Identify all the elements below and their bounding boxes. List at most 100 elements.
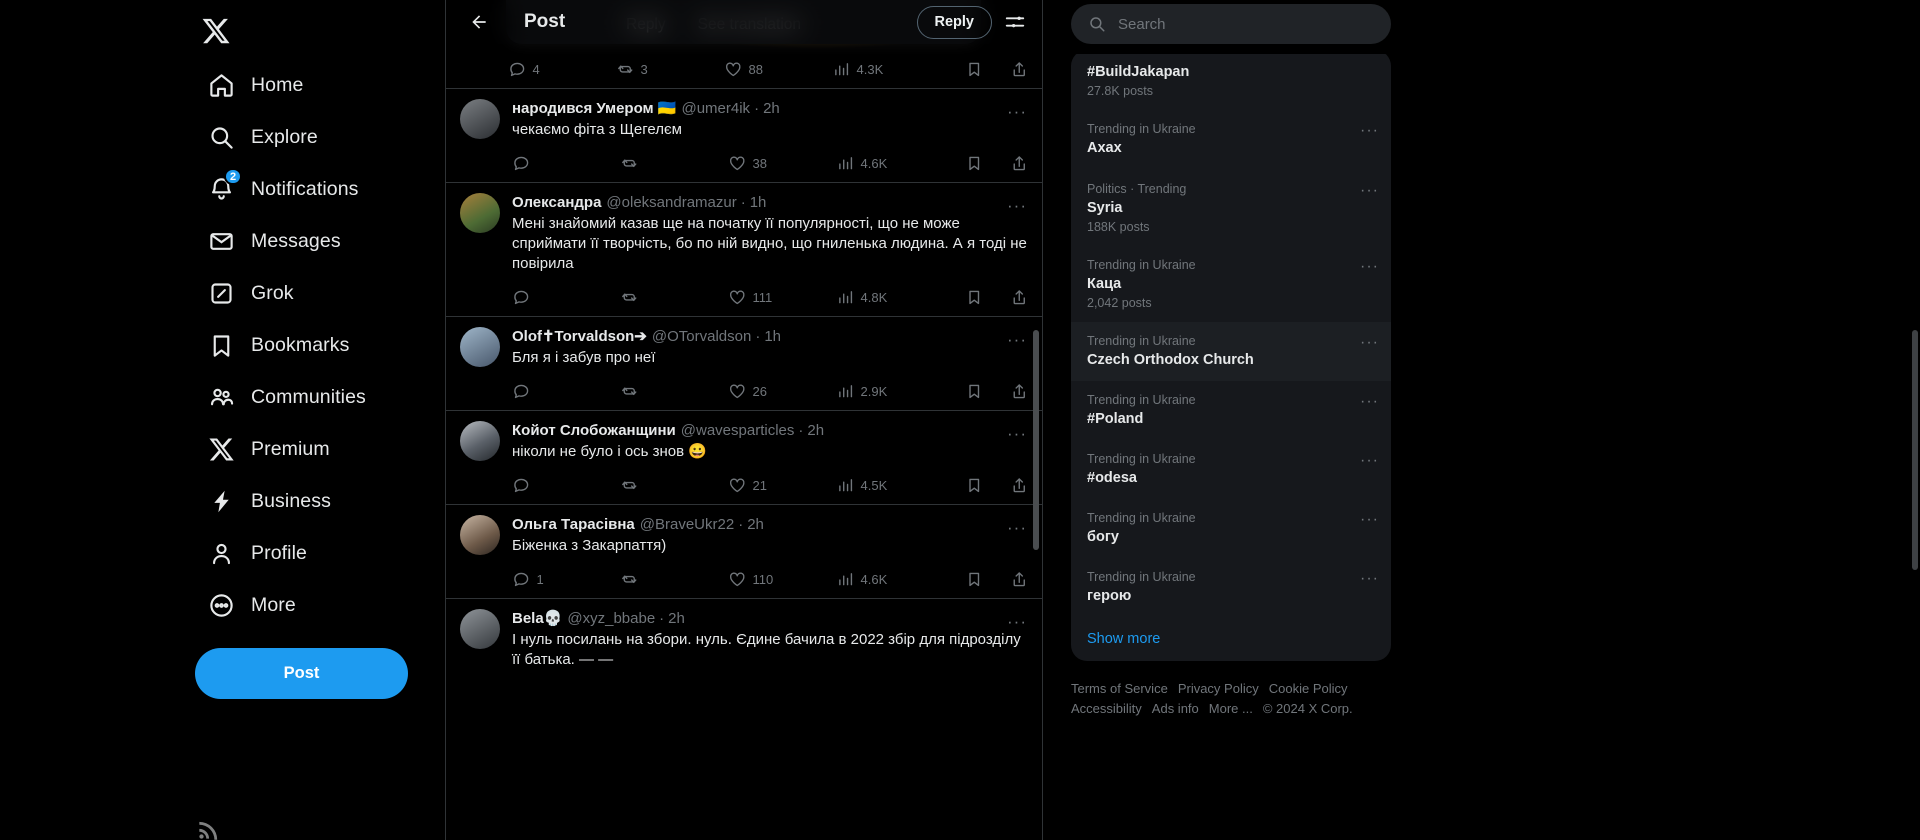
center-scrollbar-thumb[interactable] bbox=[1033, 330, 1039, 550]
table-row[interactable]: Койот Слобожанщини @wavesparticles · 2h … bbox=[446, 410, 1042, 504]
bookmark-action[interactable] bbox=[965, 570, 984, 589]
reply-action[interactable] bbox=[512, 288, 620, 307]
tweet-handle[interactable]: @BraveUkr22 bbox=[640, 515, 734, 535]
trend-more-button[interactable]: ··· bbox=[1360, 182, 1379, 200]
thread-feed[interactable]: Reply See translation 4 3 bbox=[446, 0, 1042, 840]
terms-of-service-link[interactable]: Terms of Service bbox=[1071, 681, 1168, 696]
reply-button[interactable]: Reply bbox=[916, 5, 992, 39]
list-item[interactable]: Trending in Ukraine #odesa ··· bbox=[1071, 440, 1391, 499]
views-action[interactable]: 4.6K bbox=[836, 570, 944, 589]
page-scrollbar-thumb[interactable] bbox=[1912, 330, 1918, 570]
share-action[interactable] bbox=[1010, 60, 1029, 79]
views-action[interactable]: 4.5K bbox=[836, 476, 944, 495]
sidebar-item-business[interactable]: Business bbox=[195, 476, 347, 526]
tweet-more-button[interactable]: ··· bbox=[1002, 99, 1032, 125]
like-action[interactable]: 21 bbox=[728, 476, 836, 495]
like-action[interactable]: 110 bbox=[728, 570, 836, 589]
search-input[interactable] bbox=[1118, 15, 1374, 33]
avatar[interactable] bbox=[460, 609, 500, 649]
trend-more-button[interactable]: ··· bbox=[1360, 452, 1379, 470]
list-item[interactable]: Trending in Ukraine герою ··· bbox=[1071, 558, 1391, 617]
tweet-handle[interactable]: @xyz_bbabe bbox=[567, 609, 655, 629]
repost-action[interactable]: 3 bbox=[616, 60, 724, 79]
tweet-timestamp[interactable]: 2h bbox=[668, 609, 685, 629]
reply-action[interactable]: 1 bbox=[512, 570, 620, 589]
reply-action[interactable]: 4 bbox=[508, 60, 616, 79]
sliders-icon[interactable] bbox=[1004, 11, 1026, 33]
reply-action[interactable] bbox=[512, 154, 620, 173]
tweet-more-button[interactable]: ··· bbox=[1002, 327, 1032, 353]
like-action[interactable]: 88 bbox=[724, 60, 832, 79]
avatar[interactable] bbox=[460, 193, 500, 233]
sidebar-item-messages[interactable]: Messages bbox=[195, 216, 357, 266]
share-action[interactable] bbox=[1010, 288, 1029, 307]
tweet-handle[interactable]: @umer4ik bbox=[681, 99, 750, 119]
tweet-handle[interactable]: @OTorvaldson bbox=[652, 327, 751, 347]
tweet-timestamp[interactable]: 1h bbox=[750, 193, 767, 213]
center-scrollbar[interactable] bbox=[1033, 0, 1041, 840]
avatar[interactable] bbox=[460, 327, 500, 367]
table-row[interactable]: Олександра @oleksandramazur · 1h Мені зн… bbox=[446, 182, 1042, 316]
share-action[interactable] bbox=[1010, 476, 1029, 495]
privacy-policy-link[interactable]: Privacy Policy bbox=[1178, 681, 1259, 696]
tweet-author-name[interactable]: народився Умером 🇺🇦 bbox=[512, 99, 676, 119]
share-action[interactable] bbox=[1010, 382, 1029, 401]
repost-action[interactable] bbox=[620, 382, 728, 401]
share-action[interactable] bbox=[1010, 154, 1029, 173]
more-link[interactable]: More ... bbox=[1209, 701, 1253, 716]
repost-action[interactable] bbox=[620, 288, 728, 307]
sidebar-item-bookmarks[interactable]: Bookmarks bbox=[195, 320, 365, 370]
table-row[interactable]: Ольга Тарасівна @BraveUkr22 · 2h Біженка… bbox=[446, 504, 1042, 598]
list-item[interactable]: Trending in Ukraine Каца 2,042 posts ··· bbox=[1071, 246, 1391, 322]
like-action[interactable]: 38 bbox=[728, 154, 836, 173]
sidebar-item-profile[interactable]: Profile bbox=[195, 528, 323, 578]
trend-more-button[interactable]: ··· bbox=[1360, 570, 1379, 588]
tweet-handle[interactable]: @wavesparticles bbox=[681, 421, 795, 441]
views-action[interactable]: 2.9K bbox=[836, 382, 944, 401]
avatar[interactable] bbox=[460, 421, 500, 461]
sidebar-item-premium[interactable]: Premium bbox=[195, 424, 346, 474]
bookmark-action[interactable] bbox=[965, 288, 984, 307]
back-button[interactable] bbox=[462, 5, 496, 39]
tweet-author-name[interactable]: Bela💀 bbox=[512, 609, 562, 629]
tweet-more-button[interactable]: ··· bbox=[1002, 515, 1032, 541]
like-action[interactable]: 111 bbox=[728, 288, 836, 307]
sidebar-item-communities[interactable]: Communities bbox=[195, 372, 382, 422]
repost-action[interactable] bbox=[620, 476, 728, 495]
list-item[interactable]: Trending in Ukraine #Poland ··· bbox=[1071, 381, 1391, 440]
repost-action[interactable] bbox=[620, 154, 728, 173]
sidebar-item-more[interactable]: More bbox=[195, 580, 312, 630]
table-row[interactable]: Bela💀 @xyz_bbabe · 2h І нуль посилань на… bbox=[446, 598, 1042, 676]
show-more-link[interactable]: Show more bbox=[1071, 617, 1391, 661]
post-button[interactable]: Post bbox=[195, 648, 408, 699]
list-item[interactable]: Politics · Trending Syria 188K posts ··· bbox=[1071, 170, 1391, 246]
avatar[interactable] bbox=[460, 515, 500, 555]
list-item[interactable]: Trending in Ukraine богу ··· bbox=[1071, 499, 1391, 558]
list-item[interactable]: Trending in Ukraine Axax ··· bbox=[1071, 110, 1391, 170]
views-action[interactable]: 4.8K bbox=[836, 288, 944, 307]
tweet-more-button[interactable]: ··· bbox=[1002, 193, 1032, 219]
sidebar-item-home[interactable]: Home bbox=[195, 60, 319, 110]
like-action[interactable]: 26 bbox=[728, 382, 836, 401]
trend-more-button[interactable]: ··· bbox=[1360, 334, 1379, 352]
tweet-timestamp[interactable]: 2h bbox=[763, 99, 780, 119]
bookmark-action[interactable] bbox=[965, 382, 984, 401]
repost-action[interactable] bbox=[620, 570, 728, 589]
x-logo[interactable] bbox=[189, 4, 243, 58]
accessibility-link[interactable]: Accessibility bbox=[1071, 701, 1142, 716]
trend-more-button[interactable]: ··· bbox=[1360, 393, 1379, 411]
list-item[interactable]: Trending in Ukraine Czech Orthodox Churc… bbox=[1071, 322, 1391, 381]
avatar[interactable] bbox=[460, 99, 500, 139]
tweet-author-name[interactable]: Ольга Тарасівна bbox=[512, 515, 635, 535]
reply-action[interactable] bbox=[512, 382, 620, 401]
tweet-timestamp[interactable]: 2h bbox=[807, 421, 824, 441]
share-action[interactable] bbox=[1010, 570, 1029, 589]
table-row[interactable]: народився Умером 🇺🇦 @umer4ik · 2h чекаєм… bbox=[446, 88, 1042, 182]
tweet-author-name[interactable]: Олександра bbox=[512, 193, 601, 213]
tweet-more-button[interactable]: ··· bbox=[1002, 421, 1032, 447]
bookmark-action[interactable] bbox=[965, 476, 984, 495]
bookmark-action[interactable] bbox=[965, 154, 984, 173]
tweet-timestamp[interactable]: 2h bbox=[747, 515, 764, 535]
tweet-more-button[interactable]: ··· bbox=[1002, 609, 1032, 635]
views-action[interactable]: 4.3K bbox=[832, 60, 940, 79]
